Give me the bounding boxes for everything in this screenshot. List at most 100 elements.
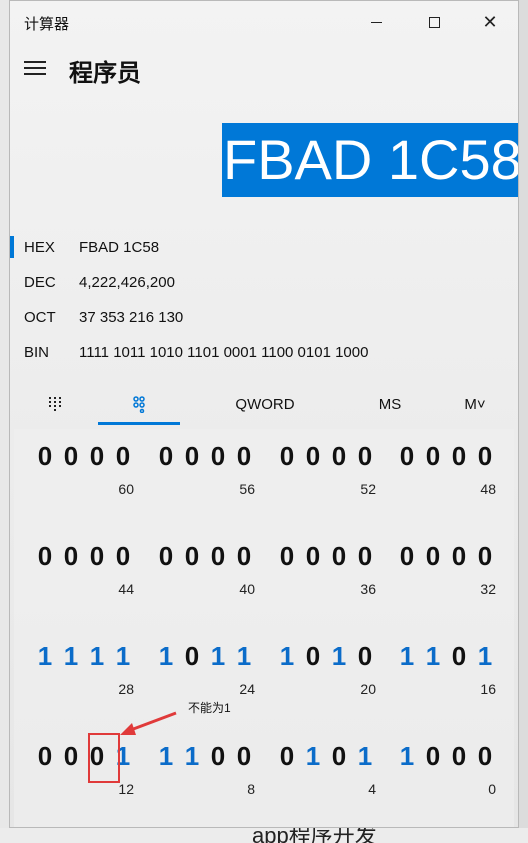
bit-toggle[interactable]: 0	[36, 441, 54, 472]
bit-toggle[interactable]: 0	[424, 441, 442, 472]
bit-toggle[interactable]: 0	[157, 441, 175, 472]
bit-position-label: 20	[360, 681, 376, 697]
bit-toggle[interactable]: 1	[356, 741, 374, 772]
bit-position-label: 16	[480, 681, 496, 697]
bit-group: 0 0 0 0 32	[398, 529, 518, 629]
radix-row-hex[interactable]: HEX FBAD 1C58	[10, 233, 518, 263]
bit-toggle[interactable]: 1	[36, 641, 54, 672]
radix-value: FBAD 1C58	[79, 239, 160, 256]
bit-toggle[interactable]: 0	[62, 441, 80, 472]
bit-toggle[interactable]: 0	[330, 441, 348, 472]
bit-toggle[interactable]: 0	[183, 541, 201, 572]
memory-store-button[interactable]: MS	[350, 384, 430, 424]
bit-toggle[interactable]: 1	[235, 641, 253, 672]
bit-toggle[interactable]: 0	[398, 441, 416, 472]
bit-toggle[interactable]: 1	[330, 641, 348, 672]
bit-toggle[interactable]: 1	[304, 741, 322, 772]
bit-toggle[interactable]: 0	[88, 541, 106, 572]
radix-row-bin[interactable]: BIN 1111 1011 1010 1101 0001 1100 0101 1…	[10, 338, 518, 368]
bit-toggle[interactable]: 0	[356, 441, 374, 472]
bit-toggle[interactable]: 0	[88, 441, 106, 472]
active-indicator	[10, 236, 14, 258]
bit-toggle[interactable]: 0	[183, 441, 201, 472]
bit-toggle[interactable]: 0	[304, 641, 322, 672]
bit-toggle[interactable]: 1	[424, 641, 442, 672]
bit-position-label: 44	[118, 581, 134, 597]
bit-toggle[interactable]: 1	[398, 741, 416, 772]
bit-position-label: 52	[360, 481, 376, 497]
bit-toggle[interactable]: 0	[36, 741, 54, 772]
bit-group: 01014	[278, 729, 398, 827]
radix-row-dec[interactable]: DEC 4,222,426,200	[10, 268, 518, 298]
calculator-window: 计算器 ✕ 程序员 FBAD 1C58 HEX FBAD 1C58 DEC 4,…	[9, 0, 519, 828]
bit-toggle[interactable]: 0	[114, 441, 132, 472]
bit-toggle[interactable]: 0	[304, 441, 322, 472]
minimize-button[interactable]	[350, 1, 402, 43]
bit-toggle[interactable]: 0	[330, 541, 348, 572]
bit-toggle[interactable]: 1	[476, 641, 494, 672]
bit-toggle[interactable]: 0	[235, 741, 253, 772]
memory-dropdown-button[interactable]: M˅	[450, 384, 500, 424]
title-bar[interactable]: 计算器 ✕	[10, 1, 518, 43]
bit-position-label: 36	[360, 581, 376, 597]
bit-toggle[interactable]: 0	[114, 541, 132, 572]
bit-toggle[interactable]: 0	[278, 741, 296, 772]
bit-toggle[interactable]: 0	[183, 641, 201, 672]
hamburger-menu-button[interactable]	[24, 57, 46, 77]
bit-toggle[interactable]: 0	[450, 641, 468, 672]
bit-group: 0 0 0 0 44	[36, 529, 156, 629]
bit-toggle[interactable]: 0	[356, 641, 374, 672]
bit-toggle[interactable]: 0	[398, 541, 416, 572]
bit-toggle[interactable]: 0	[209, 741, 227, 772]
close-icon: ✕	[482, 12, 498, 32]
bit-toggle[interactable]: 0	[450, 541, 468, 572]
tab-bit-toggle[interactable]	[98, 384, 180, 424]
word-size-button[interactable]: QWORD	[210, 384, 320, 424]
bit-toggle[interactable]: 0	[476, 741, 494, 772]
result-display[interactable]: FBAD 1C58	[222, 123, 518, 197]
bit-position-label: 60	[118, 481, 134, 497]
bit-toggle[interactable]: 0	[209, 441, 227, 472]
bit-toggle[interactable]: 0	[476, 541, 494, 572]
bit-toggle[interactable]: 1	[209, 641, 227, 672]
bit-toggle[interactable]: 1	[88, 641, 106, 672]
bit-toggle[interactable]: 0	[278, 541, 296, 572]
bit-toggle[interactable]: 1	[278, 641, 296, 672]
bit-toggle[interactable]: 0	[476, 441, 494, 472]
bit-toggle[interactable]: 0	[330, 741, 348, 772]
bit-toggle-icon	[133, 396, 145, 413]
bit-toggle[interactable]: 1	[114, 641, 132, 672]
bit-toggle[interactable]: 0	[356, 541, 374, 572]
bit-toggle[interactable]: 1	[62, 641, 80, 672]
bit-toggle[interactable]: 0	[157, 541, 175, 572]
radix-row-oct[interactable]: OCT 37 353 216 130	[10, 303, 518, 333]
bit-toggle[interactable]: 0	[235, 541, 253, 572]
tab-full-keypad[interactable]	[30, 384, 80, 424]
radix-value: 4,222,426,200	[79, 274, 175, 291]
bit-toggle[interactable]: 0	[424, 541, 442, 572]
bit-toggle[interactable]: 0	[62, 541, 80, 572]
bit-toggle[interactable]: 1	[398, 641, 416, 672]
bit-toggle[interactable]: 0	[36, 541, 54, 572]
bit-group: 1 1 0 1 16	[398, 629, 518, 729]
bit-toggle[interactable]: 0	[304, 541, 322, 572]
bit-toggle[interactable]: 0	[450, 741, 468, 772]
close-button[interactable]: ✕	[464, 1, 516, 43]
bit-group: 0 0 0 0 56	[157, 429, 277, 529]
bit-group: 0 0 0 0 48	[398, 429, 518, 529]
radix-name: DEC	[24, 274, 56, 291]
bit-toggle[interactable]: 0	[209, 541, 227, 572]
bit-toggle[interactable]: 0	[278, 441, 296, 472]
bit-toggle[interactable]: 0	[424, 741, 442, 772]
bit-toggle[interactable]: 1	[183, 741, 201, 772]
bit-position-label: 12	[118, 781, 134, 797]
bit-toggle[interactable]: 1	[157, 641, 175, 672]
minimize-icon	[370, 21, 382, 23]
bit-toggle[interactable]: 0	[235, 441, 253, 472]
bit-position-label: 0	[488, 781, 496, 797]
bit-toggle[interactable]: 0	[450, 441, 468, 472]
bit-toggle[interactable]: 1	[157, 741, 175, 772]
maximize-button[interactable]	[408, 1, 460, 43]
bit-toggle[interactable]: 0	[62, 741, 80, 772]
radix-name: BIN	[24, 344, 50, 361]
